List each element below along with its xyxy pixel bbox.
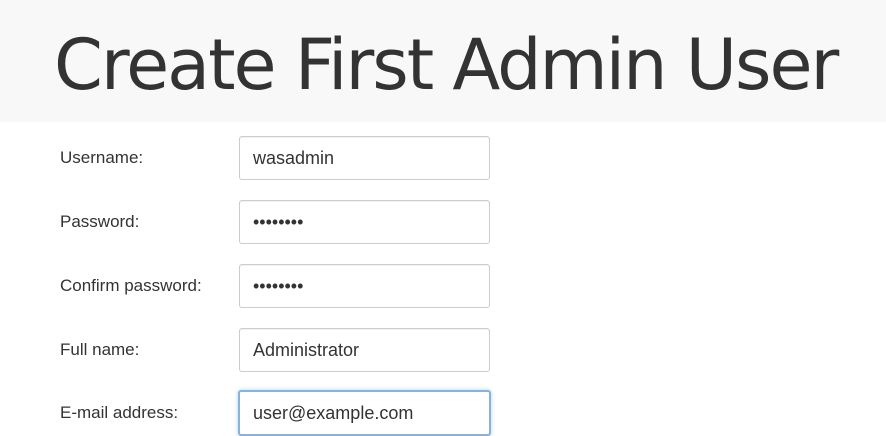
full-name-input[interactable] [239,328,490,372]
confirm-password-label: Confirm password: [60,276,202,295]
page-title: Create First Admin User [54,24,839,106]
email-row: E-mail address: [0,390,886,436]
password-row: Password: [0,200,886,248]
confirm-password-row: Confirm password: [0,264,886,312]
email-input[interactable] [238,390,491,436]
username-row: Username: [0,136,886,184]
username-input[interactable] [239,136,490,180]
username-label: Username: [60,148,144,167]
full-name-row: Full name: [0,328,886,376]
confirm-password-input[interactable] [239,264,490,308]
password-label: Password: [60,212,140,231]
password-input[interactable] [239,200,490,244]
full-name-label: Full name: [60,340,140,359]
email-label: E-mail address: [60,403,179,422]
